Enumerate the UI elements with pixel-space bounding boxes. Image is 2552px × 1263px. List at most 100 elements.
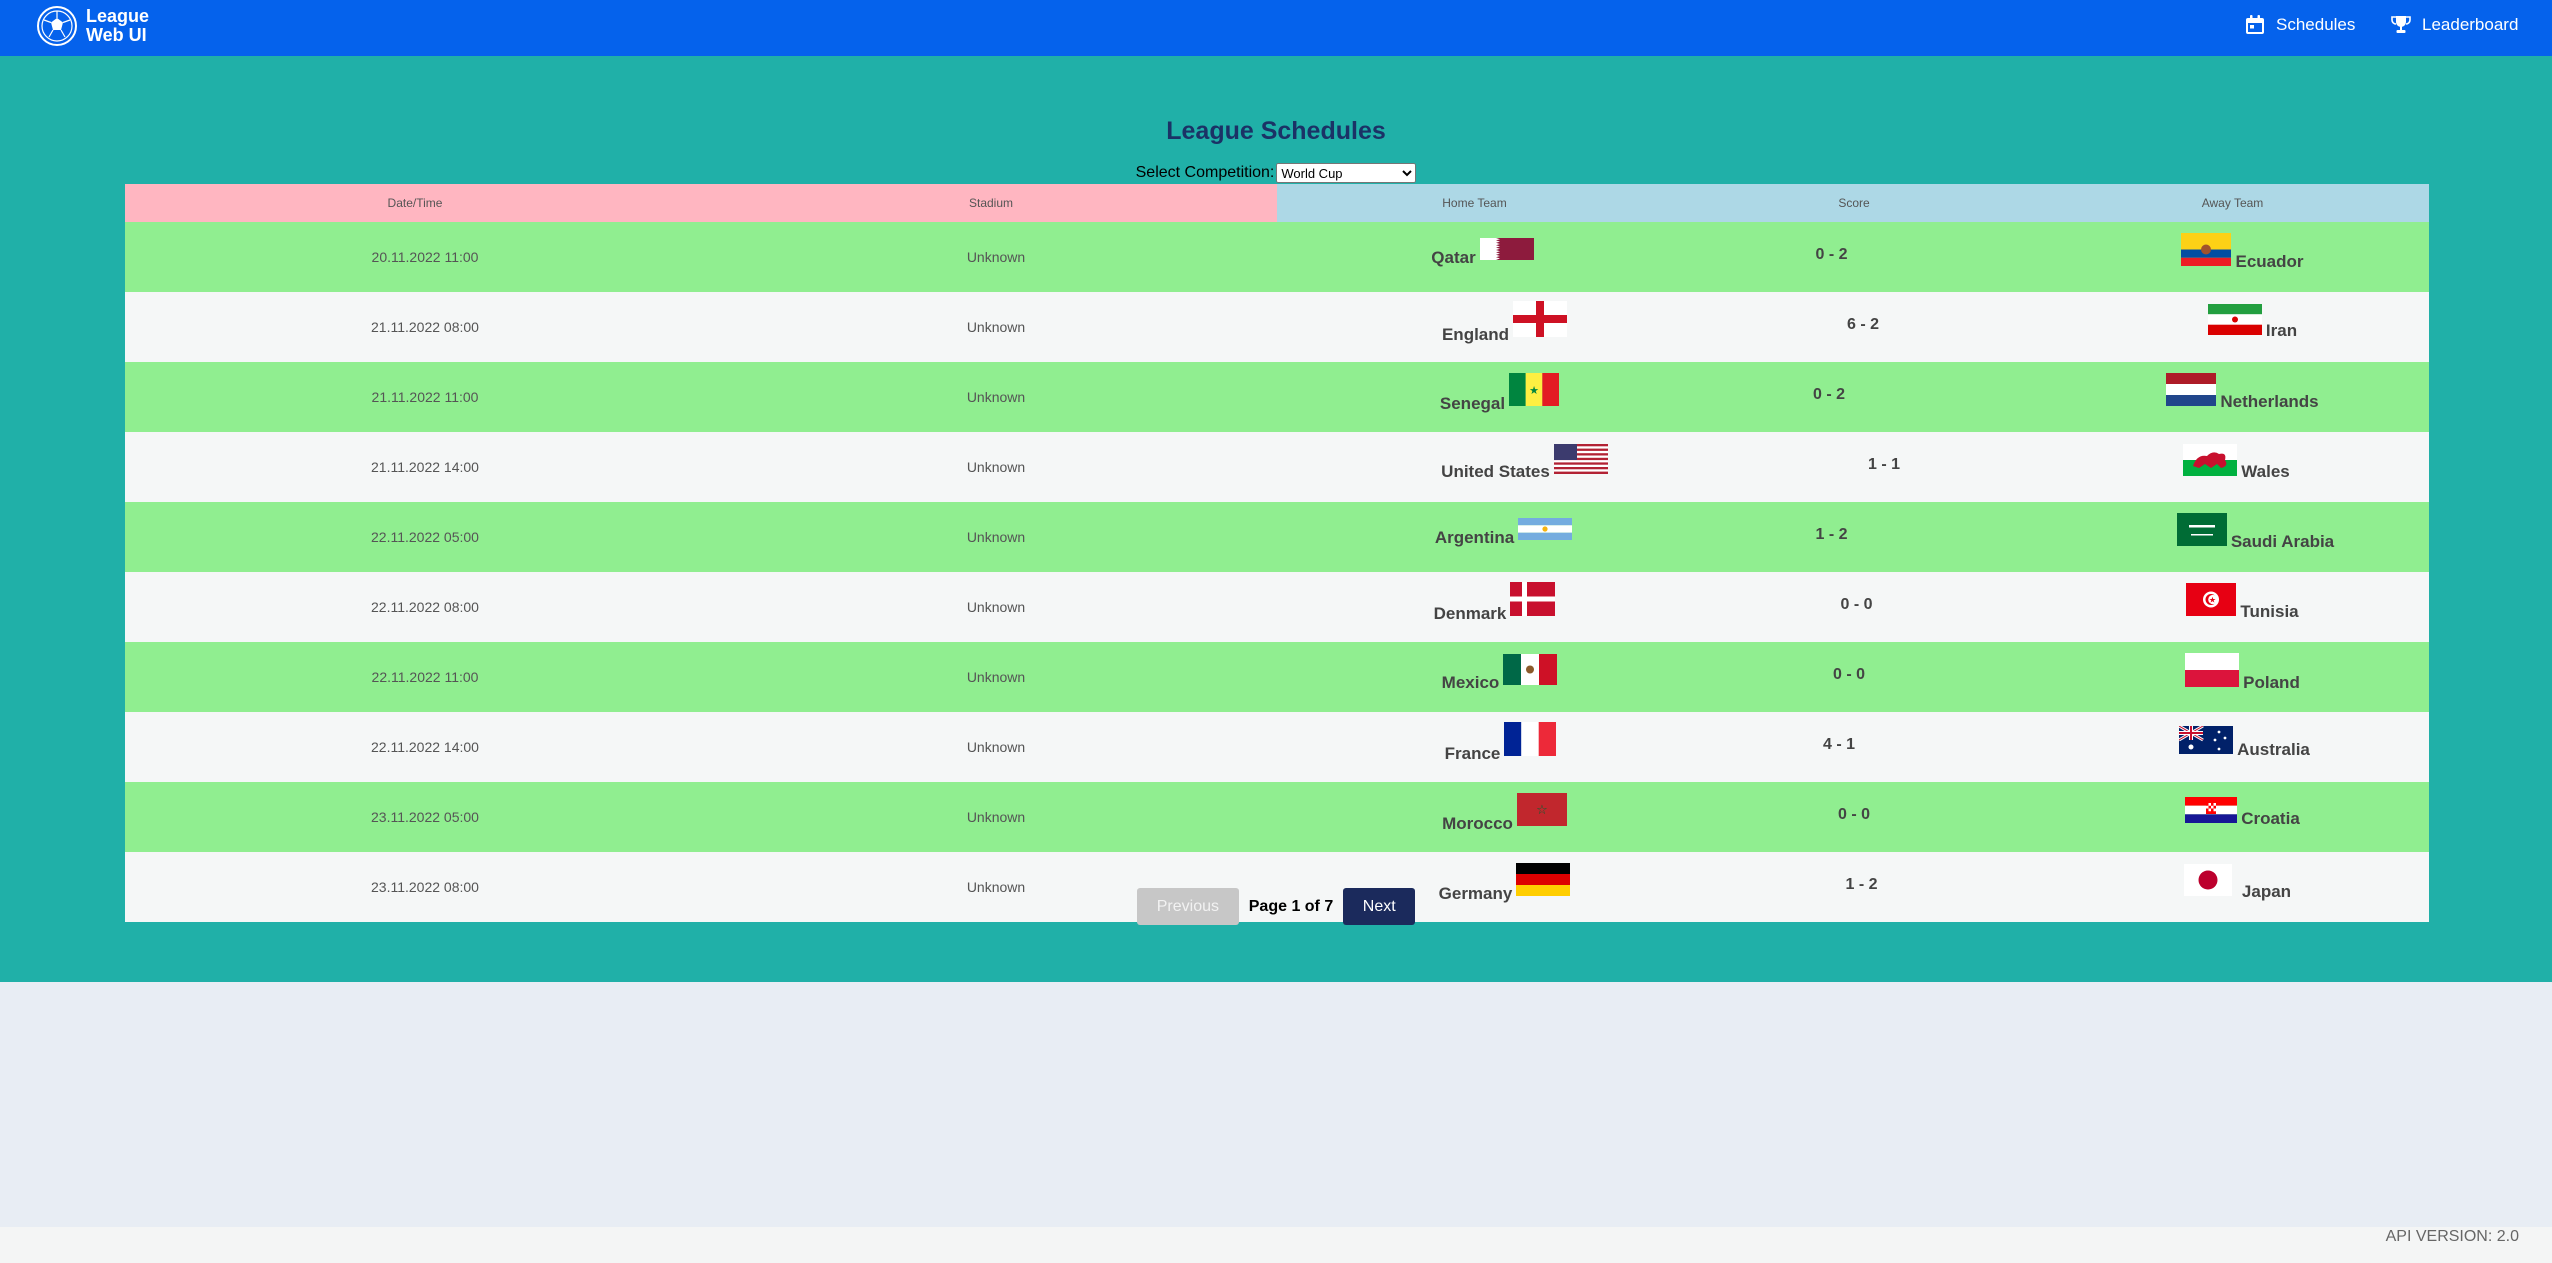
nav-leaderboard[interactable]: Leaderboard [2390,14,2518,36]
match-score: 0 - 2 [1815,246,1848,263]
tunisia-flag-icon: ★ [2186,583,2237,616]
home-team-cell: France [1277,712,1672,782]
main-content: League Schedules Select Competition: Worl… [0,56,2552,982]
match-datetime: 21.11.2022 08:00 [371,319,479,335]
away-team-cell: ★ Tunisia [2036,572,2429,642]
table-row: 22.11.2022 14:00 Unknown France 4 - 1 Au… [125,712,2429,782]
match-stadium: Unknown [966,529,1026,545]
page-title: League Schedules [1166,117,1386,145]
match-stadium: Unknown [966,389,1026,405]
trophy-icon [2391,16,2411,33]
match-stadium: Unknown [966,319,1026,335]
home-team-cell: Denmark [1277,572,1672,642]
france-flag-icon [1504,722,1557,756]
croatia-flag-icon [2185,796,2238,823]
schedule-table-wrapper: Date/Time Stadium Home Team Score Away T… [125,184,2429,922]
home-team-name: United States [1441,462,1550,481]
match-stadium: Unknown [966,669,1026,685]
home-team-cell: United States [1277,432,1672,502]
match-datetime: 22.11.2022 08:00 [371,599,479,615]
home-team-name: Morocco [1442,813,1513,833]
match-datetime: 21.11.2022 11:00 [371,389,479,405]
away-team-cell: Iran [2036,292,2429,362]
header-stadium: Stadium [705,184,1277,222]
score-cell: 0 - 0 [1672,572,2036,642]
match-datetime: 23.11.2022 05:00 [371,809,479,825]
svg-text:★: ★ [1529,384,1539,397]
poland-flag-icon [2185,652,2240,687]
table-row: 20.11.2022 11:00 Unknown Qatar 0 - 2 Ecu… [125,222,2429,292]
pagination: Previous Page 1 of 7 Next [0,888,2552,925]
match-datetime: 20.11.2022 11:00 [371,249,479,265]
qatar-flag-icon [1479,238,1534,260]
top-navbar: League Web UI Schedules Leaderboard [0,0,2552,56]
home-team-name: Qatar [1431,248,1476,267]
table-row: 21.11.2022 08:00 Unknown England 6 - 2 I… [125,292,2429,362]
away-team-name: Tunisia [2240,602,2299,621]
table-header-row: Date/Time Stadium Home Team Score Away T… [125,184,2429,222]
australia-flag-icon [2179,725,2234,754]
match-datetime: 22.11.2022 05:00 [371,529,479,545]
match-score: 4 - 1 [1822,736,1855,753]
api-version-label: API VERSION: 2.0 [2385,1228,2519,1245]
away-team-name: Netherlands [2220,392,2319,411]
morocco-flag-icon: ☆ [1516,792,1567,826]
match-stadium: Unknown [966,599,1026,615]
header-home-team: Home Team [1277,184,1672,222]
score-cell: 4 - 1 [1672,712,2036,782]
score-cell: 0 - 0 [1672,642,2036,712]
next-button[interactable]: Next [1343,888,1416,925]
wales-flag-icon [2183,443,2238,476]
home-team-name: Argentina [1434,528,1515,547]
match-score: 1 - 2 [1815,526,1848,543]
home-team-cell: Mexico [1277,642,1672,712]
home-team-cell: Morocco ☆ [1277,782,1672,852]
united-states-flag-icon [1553,444,1608,474]
senegal-flag-icon: ★ [1509,372,1560,406]
home-team-name: England [1441,325,1510,344]
calendar-icon [2246,15,2264,34]
header-datetime: Date/Time [125,184,705,222]
away-team-cell: Ecuador [2036,222,2429,292]
iran-flag-icon [2207,304,2262,335]
match-datetime: 22.11.2022 11:00 [371,669,479,685]
away-team-name: Ecuador [2235,252,2304,271]
home-team-cell: Qatar [1277,222,1672,292]
match-stadium: Unknown [966,739,1026,755]
home-team-name: France [1444,744,1501,763]
brand-name: League Web UI [86,7,149,45]
table-row: 23.11.2022 05:00 Unknown Morocco ☆ 0 - 0… [125,782,2429,852]
match-stadium: Unknown [966,809,1026,825]
previous-button[interactable]: Previous [1136,888,1239,925]
away-team-cell: Australia [2036,712,2429,782]
competition-label: Select Competition: [1135,164,1275,182]
mexico-flag-icon [1503,653,1558,685]
netherlands-flag-icon [2166,373,2217,406]
match-score: 6 - 2 [1846,316,1879,333]
saudi-arabia-flag-icon [2176,513,2227,546]
match-stadium: Unknown [966,459,1026,475]
away-team-cell: Netherlands [2036,362,2429,432]
home-team-name: Senegal [1439,393,1506,413]
home-team-cell: Senegal ★ [1277,362,1672,432]
brand-line-1: League [86,6,150,26]
nav-leaderboard-label: Leaderboard [2422,15,2519,34]
match-score: 0 - 0 [1832,666,1865,683]
away-team-cell: Croatia [2036,782,2429,852]
brand[interactable]: League Web UI [36,5,149,47]
match-datetime: 21.11.2022 14:00 [371,459,479,475]
home-team-cell: England [1277,292,1672,362]
match-datetime: 22.11.2022 14:00 [371,739,479,755]
page-indicator: Page 1 of 7 [1248,897,1334,915]
away-team-name: Australia [2237,739,2310,759]
table-row: 21.11.2022 14:00 Unknown United States 1… [125,432,2429,502]
home-team-cell: Argentina [1277,502,1672,572]
match-score: 0 - 0 [1837,806,1870,823]
competition-selector: Select Competition: World Cup [0,163,2552,183]
competition-select[interactable]: World Cup [1276,163,1417,183]
schedule-table: Date/Time Stadium Home Team Score Away T… [125,184,2429,922]
table-row: 21.11.2022 11:00 Unknown Senegal ★ 0 - 2… [125,362,2429,432]
score-cell: 0 - 2 [1672,362,2036,432]
nav-schedules[interactable]: Schedules [2244,14,2355,36]
away-team-name: Saudi Arabia [2230,532,2335,551]
